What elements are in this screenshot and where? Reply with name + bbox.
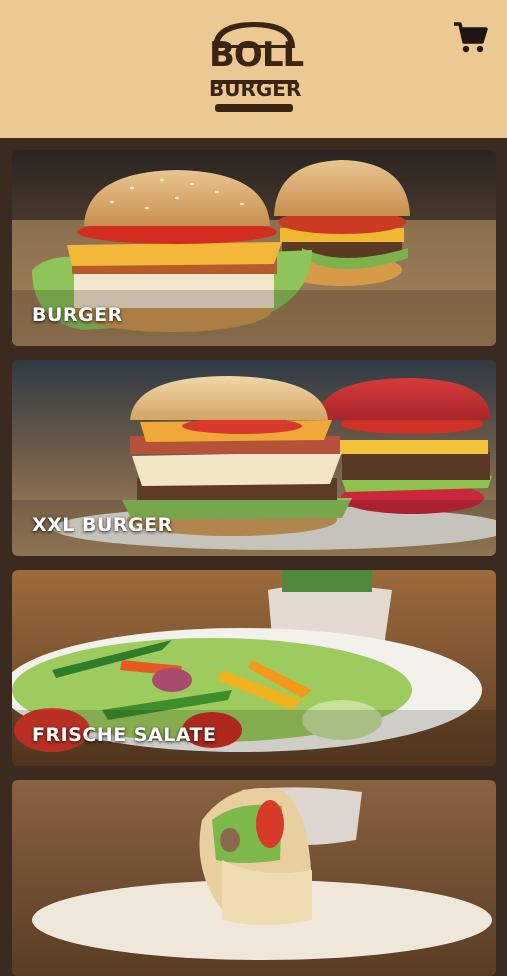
logo-text-line1: BOLL: [209, 35, 304, 75]
category-card-frische-salate[interactable]: FRISCHE SALATE: [12, 570, 496, 766]
category-list: BURGER XXL BURGER FRISCHE SALATE: [0, 138, 507, 976]
category-card-xxl-burger[interactable]: XXL BURGER: [12, 360, 496, 556]
category-card-burger[interactable]: BURGER: [12, 150, 496, 346]
category-label: XXL BURGER: [32, 514, 173, 536]
shopping-cart-icon[interactable]: [452, 20, 488, 54]
logo-text-line2: BURGER: [209, 77, 302, 101]
app-header: BOLL BURGER: [0, 0, 507, 138]
category-label: BURGER: [32, 304, 123, 326]
category-card-wrap[interactable]: [12, 780, 496, 976]
brand-logo[interactable]: BOLL BURGER: [209, 18, 304, 114]
wrap-photo: [12, 780, 496, 976]
category-label: FRISCHE SALATE: [32, 724, 217, 746]
